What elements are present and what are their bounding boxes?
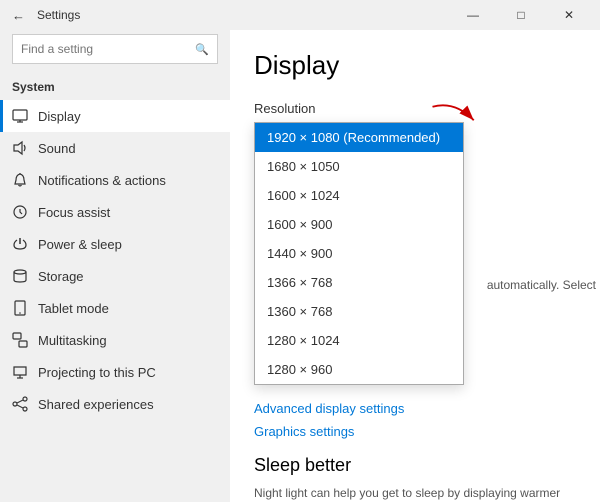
- resolution-option[interactable]: 1440 × 900: [255, 239, 463, 268]
- main-container: 🔍 System Display Sound Notifications & act…: [0, 30, 600, 502]
- notifications-icon: [12, 172, 28, 188]
- search-input[interactable]: [21, 42, 189, 56]
- sidebar-item-label-notifications: Notifications & actions: [38, 173, 166, 188]
- resolution-option[interactable]: 1920 × 1080 (Recommended): [255, 123, 463, 152]
- focus-icon: [12, 204, 28, 220]
- resolution-dropdown-list[interactable]: 1920 × 1080 (Recommended)1680 × 10501600…: [254, 122, 464, 385]
- truncated-text: automatically. Select: [487, 278, 596, 292]
- sidebar-item-label-storage: Storage: [38, 269, 84, 284]
- sidebar-item-label-sound: Sound: [38, 141, 76, 156]
- sidebar-item-label-power: Power & sleep: [38, 237, 122, 252]
- power-icon: [12, 236, 28, 252]
- resolution-label: Resolution: [254, 101, 576, 116]
- page-title: Display: [254, 50, 576, 81]
- resolution-option[interactable]: 1366 × 768: [255, 268, 463, 297]
- sound-icon: [12, 140, 28, 156]
- system-section-label: System: [0, 76, 230, 100]
- sidebar-item-label-display: Display: [38, 109, 81, 124]
- sidebar-item-projecting[interactable]: Projecting to this PC: [0, 356, 230, 388]
- content-area: Display Resolution 1920 × 1080 (Recommen…: [230, 30, 600, 502]
- sidebar-item-shared[interactable]: Shared experiences: [0, 388, 230, 420]
- sidebar-item-label-focus: Focus assist: [38, 205, 110, 220]
- sidebar-item-label-shared: Shared experiences: [38, 397, 154, 412]
- back-icon: ←: [12, 8, 25, 23]
- back-button[interactable]: ←: [8, 8, 29, 23]
- title-bar: ← Settings — □ ✕: [0, 0, 600, 30]
- close-button[interactable]: ✕: [546, 0, 592, 30]
- graphics-settings-link[interactable]: Graphics settings: [254, 424, 354, 439]
- advanced-display-link[interactable]: Advanced display settings: [254, 401, 404, 416]
- resolution-option[interactable]: 1280 × 1024: [255, 326, 463, 355]
- sidebar: 🔍 System Display Sound Notifications & act…: [0, 30, 230, 502]
- resolution-dropdown[interactable]: 1920 × 1080 (Recommended)1680 × 10501600…: [254, 122, 576, 385]
- search-icon: 🔍: [195, 43, 209, 56]
- sidebar-item-tablet[interactable]: Tablet mode: [0, 292, 230, 324]
- maximize-button[interactable]: □: [498, 0, 544, 30]
- shared-icon: [12, 396, 28, 412]
- sidebar-item-notifications[interactable]: Notifications & actions: [0, 164, 230, 196]
- sidebar-items-container: Display Sound Notifications & actions Focus…: [0, 100, 230, 420]
- sidebar-item-label-projecting: Projecting to this PC: [38, 365, 156, 380]
- storage-icon: [12, 268, 28, 284]
- sleep-section: Sleep better Night light can help you ge…: [254, 455, 576, 502]
- minimize-button[interactable]: —: [450, 0, 496, 30]
- title-bar-title: Settings: [37, 8, 80, 22]
- sleep-title: Sleep better: [254, 455, 576, 476]
- sidebar-item-label-tablet: Tablet mode: [38, 301, 109, 316]
- sidebar-item-sound[interactable]: Sound: [0, 132, 230, 164]
- search-box[interactable]: 🔍: [12, 34, 218, 64]
- title-bar-left: ← Settings: [8, 8, 450, 23]
- sidebar-item-multitasking[interactable]: Multitasking: [0, 324, 230, 356]
- sidebar-item-display[interactable]: Display: [0, 100, 230, 132]
- sidebar-item-label-multitasking: Multitasking: [38, 333, 107, 348]
- projecting-icon: [12, 364, 28, 380]
- resolution-option[interactable]: 1360 × 768: [255, 297, 463, 326]
- resolution-option[interactable]: 1600 × 1024: [255, 181, 463, 210]
- sleep-description: Night light can help you get to sleep by…: [254, 484, 576, 502]
- resolution-option[interactable]: 1600 × 900: [255, 210, 463, 239]
- tablet-icon: [12, 300, 28, 316]
- title-bar-controls: — □ ✕: [450, 0, 592, 30]
- resolution-option[interactable]: 1280 × 960: [255, 355, 463, 384]
- sidebar-item-power[interactable]: Power & sleep: [0, 228, 230, 260]
- sidebar-item-focus[interactable]: Focus assist: [0, 196, 230, 228]
- resolution-option[interactable]: 1680 × 1050: [255, 152, 463, 181]
- sidebar-item-storage[interactable]: Storage: [0, 260, 230, 292]
- display-icon: [12, 108, 28, 124]
- multitasking-icon: [12, 332, 28, 348]
